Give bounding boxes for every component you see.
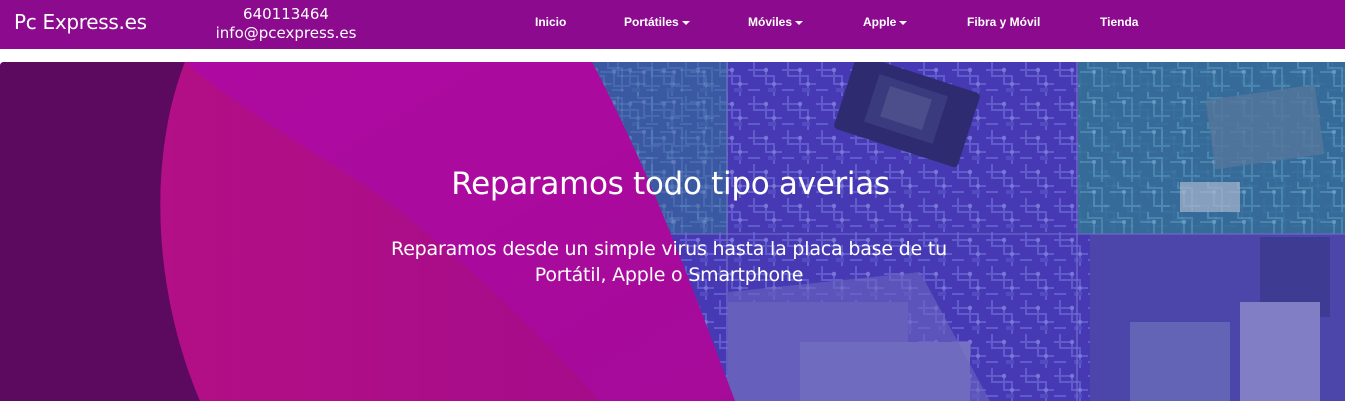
caret-down-icon [899, 20, 908, 25]
caret-down-icon [795, 20, 804, 25]
hero-title: Reparamos todo tipo averias [0, 166, 1345, 202]
nav-item-fibra-movil[interactable]: Fibra y Móvil [967, 15, 1040, 29]
nav-item-label: Inicio [535, 15, 567, 29]
nav-item-label: Portátiles [624, 15, 679, 29]
hero-subtitle: Reparamos desde un simple virus hasta la… [391, 238, 947, 286]
top-navbar: Pc Express.es 640113464 info@pcexpress.e… [0, 0, 1345, 49]
hero-background-image [0, 62, 1345, 401]
nav-item-apple[interactable]: Apple [863, 15, 908, 29]
nav-item-label: Tienda [1100, 15, 1139, 29]
caret-down-icon [681, 20, 690, 25]
nav-item-portatiles[interactable]: Portátiles [624, 15, 690, 29]
nav-item-tienda[interactable]: Tienda [1100, 15, 1138, 29]
hero-banner: Reparamos todo tipo averias Reparamos de… [0, 62, 1345, 401]
nav-item-moviles[interactable]: Móviles [748, 15, 804, 29]
nav-item-label: Fibra y Móvil [967, 15, 1041, 29]
nav-item-label: Móviles [748, 15, 793, 29]
main-nav: Inicio Portátiles Móviles Apple Fibra y … [0, 0, 1345, 49]
hero-title-text: Reparamos todo tipo averias [451, 166, 890, 202]
nav-item-inicio[interactable]: Inicio [535, 15, 566, 29]
nav-item-label: Apple [863, 15, 897, 29]
